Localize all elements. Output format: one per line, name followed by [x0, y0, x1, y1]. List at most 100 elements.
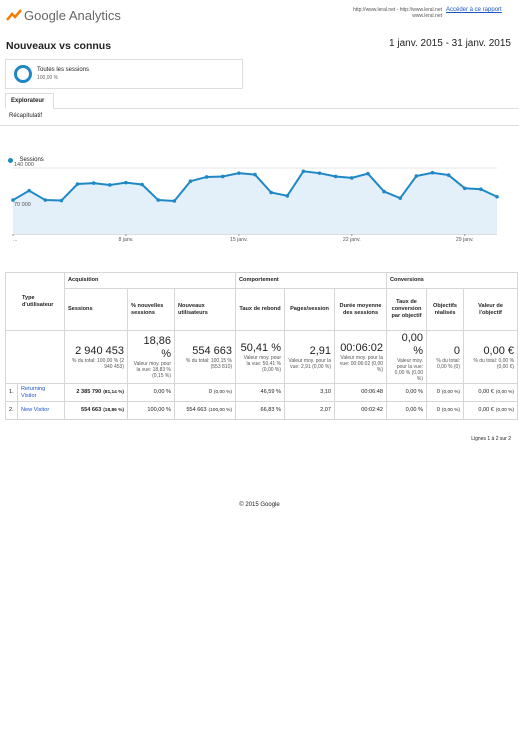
- col-header[interactable]: Valeur de l'objectif: [463, 288, 519, 331]
- col-header[interactable]: Sessions: [64, 288, 128, 331]
- total-value: 18,86 %: [143, 335, 171, 360]
- total-value: 0,00 %: [401, 332, 424, 357]
- row-name-link[interactable]: New Visitor: [17, 401, 65, 420]
- row-name-link[interactable]: Returning Visitor: [17, 383, 65, 402]
- total-sub: Valeur moy. pour la vue: 00:06:02 (0,00 …: [339, 354, 384, 373]
- ga-logo: Google Analytics: [6, 6, 121, 24]
- total-cell: 0,00 €% du total: 0,00 % (0,00 €): [463, 330, 519, 384]
- data-point: [414, 174, 419, 178]
- row-cell: 2 385 790 (81,14 %): [64, 383, 128, 402]
- row-cell: 100,00 %: [127, 401, 175, 420]
- row-cell: 00:06:48: [334, 383, 388, 402]
- col-header[interactable]: Nouveaux utilisateurs: [173, 288, 237, 331]
- total-value: 00:06:02: [340, 341, 384, 354]
- cell-value: 554 663: [80, 407, 102, 413]
- total-sub: Valeur moy. pour la vue: 50,41 % (0,00 %…: [243, 354, 282, 373]
- analytics-logo-icon: [6, 9, 22, 21]
- report-link[interactable]: Accéder à ce rapport: [446, 7, 502, 13]
- total-value: 0: [453, 344, 461, 357]
- data-point: [366, 171, 370, 176]
- row-cell: 0,00 € (0,00 %): [463, 401, 519, 420]
- row-cell: 66,83 %: [235, 401, 286, 420]
- data-point: [220, 174, 225, 179]
- total-cell: 18,86 % Valeur moy. pour la vue: 18,83 % …: [127, 330, 175, 384]
- total-sub: Valeur moy. pour la vue: 2,91 (0,00 %): [288, 357, 332, 370]
- row-cell: 0 (0,00 %): [173, 383, 237, 402]
- page-title: Nouveaux vs connus: [6, 40, 112, 52]
- cell-sub: (0,00 %): [441, 390, 461, 395]
- cell-value: 0: [208, 389, 212, 395]
- cell-value: 2 385 790: [76, 389, 102, 395]
- cell-sub: (81,14 %): [103, 390, 124, 395]
- row-cell: 554 663 (18,86 %): [64, 401, 128, 420]
- cell-value: 0,00 €: [478, 407, 494, 413]
- total-value: 2 940 453: [75, 344, 124, 357]
- col-header[interactable]: Taux de rebond: [235, 288, 286, 331]
- total-sub: % du total: 100,15 % (553 810): [185, 357, 233, 370]
- cell-value: 0: [436, 389, 440, 395]
- data-point: [253, 172, 257, 177]
- total-cell: 50,41 % Valeur moy. pour la vue: 50,41 % …: [235, 330, 286, 384]
- data-point: [237, 171, 241, 175]
- data-point: [430, 170, 435, 175]
- row-cell: 3,10: [284, 383, 336, 402]
- row-cell: 0 (0,00 %): [426, 383, 465, 402]
- cell-value: 66,83 %: [260, 407, 282, 413]
- cell-value: 100,00 %: [147, 407, 171, 413]
- x-tick-label: ...: [13, 237, 17, 243]
- cell-value: 46,59 %: [260, 389, 282, 395]
- total-value: 554 663: [192, 344, 233, 357]
- dim-header: Type d'utilisateur: [5, 272, 65, 331]
- brand-name: Google Analytics: [24, 8, 121, 23]
- group-acquisition: Acquisition: [63, 272, 237, 289]
- report-table: Type d'utilisateur Acquisition Comportem…: [5, 272, 519, 420]
- pagination: Lignes 1 à 2 sur 2: [471, 436, 511, 442]
- segment-pct: 100,00 %: [37, 75, 59, 81]
- cell-value: 2,07: [320, 407, 332, 413]
- row-cell: 0,00 %: [386, 383, 428, 402]
- tab-explorer[interactable]: Explorateur: [5, 93, 54, 109]
- tab-divider: [5, 108, 519, 109]
- data-point: [204, 175, 209, 179]
- url-line-2: www.leral.net: [412, 13, 442, 19]
- row-cell: 2,07: [284, 401, 336, 420]
- y-tick-label: 140 000: [14, 162, 34, 168]
- col-header[interactable]: Taux de conversion par objectif: [386, 288, 428, 331]
- total-cell: 2,91 Valeur moy. pour la vue: 2,91 (0,00 …: [284, 330, 336, 384]
- cell-value: 00:02:42: [361, 407, 384, 413]
- totals-label-cell: [5, 330, 65, 384]
- data-point: [446, 173, 451, 177]
- total-sub: Valeur moy. pour la vue: 18,83 % (0,15 %…: [133, 361, 171, 379]
- data-point: [269, 190, 273, 195]
- total-sub: % du total: 100,00 % (2 940 453): [72, 357, 124, 370]
- segment-ring-icon: [14, 65, 32, 83]
- row-cell: 0 (0,00 %): [426, 401, 465, 420]
- col-header[interactable]: % nouvelles sessions: [127, 288, 175, 331]
- col-header[interactable]: Objectifs réalisés: [426, 288, 465, 331]
- data-point: [156, 198, 160, 202]
- row-index: 2.: [5, 401, 18, 420]
- date-range[interactable]: 1 janv. 2015 - 31 janv. 2015: [389, 38, 511, 49]
- x-tick-label: 22 janv.: [343, 237, 361, 243]
- total-cell: 0,00 % Valeur moy. pour la vue: 0,00 % (0…: [386, 330, 428, 384]
- data-point: [333, 174, 338, 179]
- row-cell: 554 663 (100,00 %): [173, 401, 237, 420]
- col-header[interactable]: Durée moyenne des sessions: [334, 288, 388, 331]
- data-point: [43, 198, 48, 202]
- data-point: [285, 194, 290, 198]
- data-point: [172, 199, 177, 203]
- subtab-summary[interactable]: Récapitulatif: [9, 113, 42, 121]
- total-cell: 0% du total: 0,00 % (0): [426, 330, 465, 384]
- total-sub: % du total: 0,00 % (0): [436, 357, 461, 370]
- footer-copyright: © 2015 Google: [239, 502, 280, 508]
- cell-sub: (100,00 %): [208, 408, 233, 413]
- cell-sub: (0,00 %): [495, 408, 515, 413]
- data-point: [91, 181, 96, 185]
- total-value: 2,91: [309, 344, 332, 357]
- col-header[interactable]: Pages/session: [284, 288, 336, 331]
- row-cell: 0,00 %: [127, 383, 175, 402]
- segment-card[interactable]: Toutes les sessions 100,00 %: [5, 59, 243, 89]
- cell-value: 0,00 %: [153, 389, 171, 395]
- cell-value: 0,00 €: [478, 389, 494, 395]
- data-point: [301, 169, 306, 174]
